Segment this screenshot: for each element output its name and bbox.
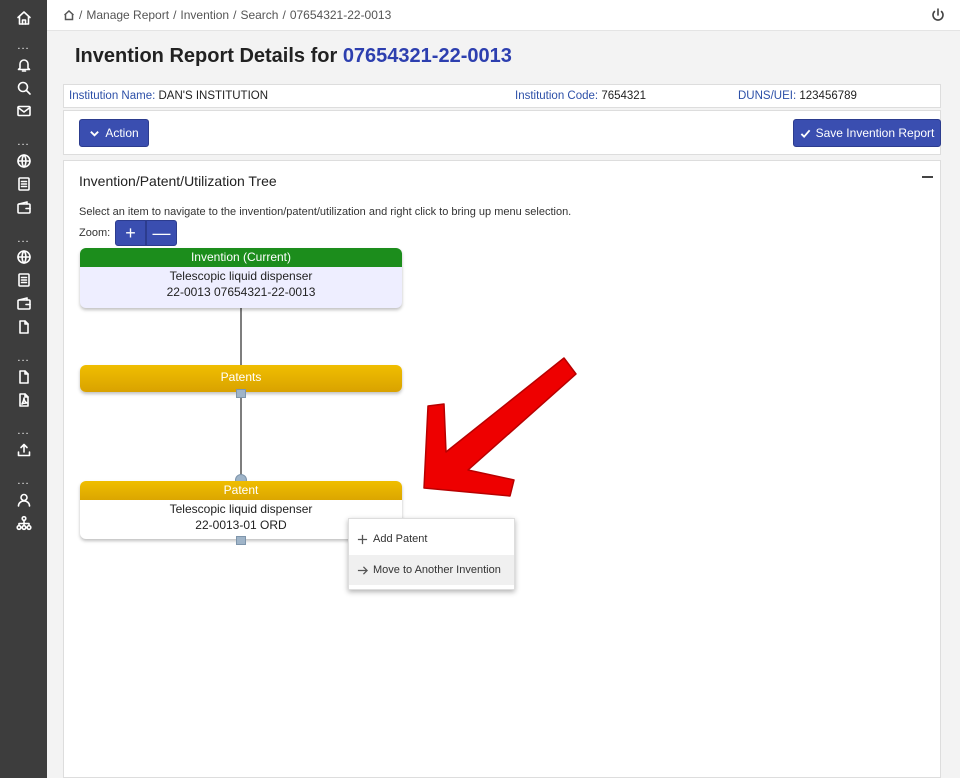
breadcrumb-separator: / bbox=[233, 8, 237, 22]
page-title: Invention Report Details for 07654321-22… bbox=[75, 45, 512, 68]
chevron-down-icon bbox=[90, 130, 100, 137]
institution-name: Institution Name: DAN'S INSTITUTION bbox=[69, 90, 268, 102]
duns-uei-label: DUNS/UEI: bbox=[738, 90, 797, 102]
sidebar: ... ... ... ... ... ... bbox=[0, 0, 47, 778]
institution-name-label: Institution Name: bbox=[69, 90, 156, 102]
file-icon[interactable] bbox=[0, 367, 47, 387]
document-list-icon[interactable] bbox=[0, 174, 47, 194]
bell-icon[interactable] bbox=[0, 55, 47, 75]
tree-panel-title: Invention/Patent/Utilization Tree bbox=[79, 173, 277, 189]
user-icon[interactable] bbox=[0, 490, 47, 510]
globe-icon[interactable] bbox=[0, 151, 47, 171]
breadcrumb-item-manage-report[interactable]: Manage Report bbox=[86, 8, 169, 22]
save-invention-report-button[interactable]: Save Invention Report bbox=[793, 119, 941, 147]
tree-node-patents[interactable]: Patents bbox=[80, 365, 402, 392]
wallet-icon[interactable] bbox=[0, 198, 47, 218]
sidebar-separator: ... bbox=[17, 233, 30, 245]
home-icon[interactable] bbox=[63, 7, 75, 24]
upload-icon[interactable] bbox=[0, 440, 47, 460]
plus-icon bbox=[357, 534, 368, 544]
institution-info-bar: Institution Name: DAN'S INSTITUTION Inst… bbox=[63, 84, 941, 108]
action-button-label: Action bbox=[105, 126, 139, 140]
sidebar-separator: ... bbox=[17, 40, 30, 52]
invention-node-id: 22-0013 07654321-22-0013 bbox=[166, 285, 316, 299]
wallet-icon[interactable] bbox=[0, 294, 47, 314]
patents-node-header: Patents bbox=[220, 370, 262, 384]
save-button-label: Save Invention Report bbox=[815, 126, 935, 140]
file-icon[interactable] bbox=[0, 317, 47, 337]
globe-icon[interactable] bbox=[0, 247, 47, 267]
patent-node-header: Patent bbox=[80, 481, 402, 500]
arrow-right-icon bbox=[357, 565, 368, 575]
zoom-in-button[interactable]: + bbox=[115, 220, 146, 246]
page-title-prefix: Invention Report Details for bbox=[75, 45, 338, 67]
sidebar-separator: ... bbox=[17, 136, 30, 148]
breadcrumb-separator: / bbox=[173, 8, 177, 22]
check-icon bbox=[800, 129, 810, 138]
action-bar: Action Save Invention Report bbox=[63, 110, 941, 155]
zoom-out-button[interactable]: — bbox=[146, 220, 177, 246]
org-chart-icon[interactable] bbox=[0, 513, 47, 533]
power-icon[interactable] bbox=[930, 7, 946, 26]
breadcrumb-item-search[interactable]: Search bbox=[240, 8, 278, 22]
mail-icon[interactable] bbox=[0, 101, 47, 121]
breadcrumb-item-current: 07654321-22-0013 bbox=[289, 8, 392, 22]
action-button[interactable]: Action bbox=[79, 119, 149, 147]
context-menu-add-patent[interactable]: Add Patent bbox=[349, 524, 514, 554]
institution-code-label: Institution Code: bbox=[515, 90, 599, 102]
document-list-icon[interactable] bbox=[0, 270, 47, 290]
duns-uei-value: 123456789 bbox=[799, 90, 857, 102]
context-menu-item-label: Add Patent bbox=[373, 533, 428, 545]
tree-instructions: Select an item to navigate to the invent… bbox=[79, 206, 572, 218]
breadcrumb-separator: / bbox=[79, 8, 83, 22]
node-handle[interactable] bbox=[236, 536, 246, 545]
institution-code-value: 7654321 bbox=[601, 90, 647, 102]
report-id: 07654321-22-0013 bbox=[342, 45, 512, 67]
invention-node-body: Telescopic liquid dispenser 22-0013 0765… bbox=[80, 267, 402, 300]
breadcrumb-separator: / bbox=[282, 8, 286, 22]
sidebar-separator: ... bbox=[17, 352, 30, 364]
institution-name-value: DAN'S INSTITUTION bbox=[158, 90, 269, 102]
zoom-label: Zoom: bbox=[79, 227, 111, 239]
context-menu-item-label: Move to Another Invention bbox=[373, 564, 501, 576]
context-menu-move-invention[interactable]: Move to Another Invention bbox=[349, 555, 514, 585]
pdf-file-icon[interactable] bbox=[0, 390, 47, 410]
duns-uei: DUNS/UEI: 123456789 bbox=[738, 90, 857, 102]
search-document-icon[interactable] bbox=[0, 78, 47, 98]
tree-node-invention[interactable]: Invention (Current) Telescopic liquid di… bbox=[80, 248, 402, 308]
breadcrumb: / Manage Report / Invention / Search / 0… bbox=[47, 0, 960, 31]
node-handle[interactable] bbox=[236, 389, 246, 398]
institution-code: Institution Code: 7654321 bbox=[515, 90, 646, 102]
home-icon[interactable] bbox=[0, 8, 47, 28]
invention-node-title: Telescopic liquid dispenser bbox=[169, 269, 313, 283]
patent-node-title: Telescopic liquid dispenser bbox=[169, 502, 313, 516]
breadcrumb-item-invention[interactable]: Invention bbox=[180, 8, 229, 22]
annotation-arrow-icon bbox=[423, 357, 577, 497]
collapse-icon[interactable] bbox=[920, 170, 934, 184]
invention-node-header: Invention (Current) bbox=[80, 248, 402, 267]
tree-connector bbox=[240, 308, 242, 366]
sidebar-separator: ... bbox=[17, 425, 30, 437]
tree-connector bbox=[240, 392, 242, 482]
sidebar-separator: ... bbox=[17, 475, 30, 487]
context-menu: Add Patent Move to Another Invention bbox=[348, 518, 515, 590]
